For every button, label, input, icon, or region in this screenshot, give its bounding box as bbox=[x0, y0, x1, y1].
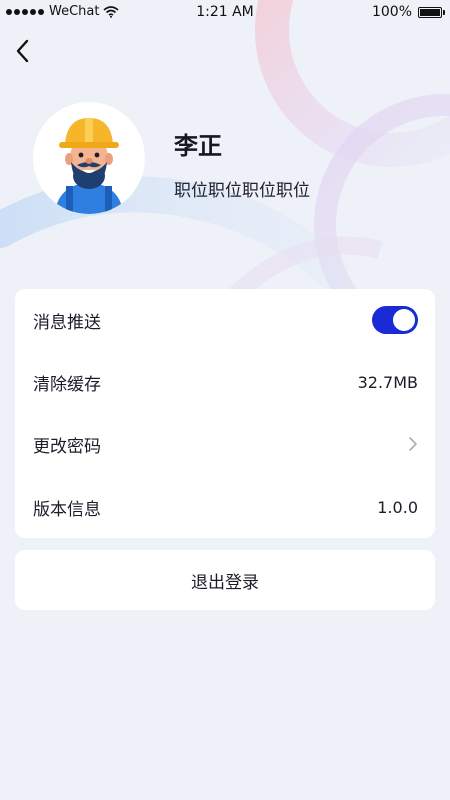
cache-size-value: 32.7MB bbox=[357, 372, 418, 392]
back-button[interactable] bbox=[12, 38, 34, 64]
version-value: 1.0.0 bbox=[377, 497, 418, 517]
settings-row-clear-cache[interactable]: 清除缓存 32.7MB bbox=[15, 351, 435, 413]
settings-row-change-password[interactable]: 更改密码 bbox=[15, 413, 435, 475]
push-notifications-toggle[interactable] bbox=[372, 306, 418, 334]
status-right: 100% bbox=[371, 4, 445, 20]
row-label: 消息推送 bbox=[33, 312, 101, 333]
profile-position: 职位职位职位职位 bbox=[174, 181, 310, 201]
settings-page: WeChat 1:21 AM 100% 李正 职位职位职位职位 消息推送 清除缓… bbox=[0, 0, 450, 800]
settings-card: 消息推送 清除缓存 32.7MB 更改密码 版本信息 1.0.0 bbox=[15, 289, 435, 538]
avatar[interactable] bbox=[33, 102, 145, 214]
settings-row-push-notifications[interactable]: 消息推送 bbox=[15, 289, 435, 351]
battery-percent: 100% bbox=[371, 4, 412, 20]
status-bar: WeChat 1:21 AM 100% bbox=[0, 0, 450, 24]
worker-avatar-icon bbox=[55, 118, 123, 214]
chevron-left-icon bbox=[16, 39, 29, 63]
row-label: 更改密码 bbox=[33, 436, 101, 457]
chevron-right-icon bbox=[409, 437, 417, 451]
settings-row-version-info[interactable]: 版本信息 1.0.0 bbox=[15, 476, 435, 538]
profile-name: 李正 bbox=[174, 132, 222, 160]
row-label: 清除缓存 bbox=[33, 374, 101, 395]
toggle-knob bbox=[393, 309, 415, 331]
logout-button[interactable]: 退出登录 bbox=[15, 550, 435, 610]
row-label: 版本信息 bbox=[33, 499, 101, 520]
battery-icon bbox=[418, 6, 445, 18]
